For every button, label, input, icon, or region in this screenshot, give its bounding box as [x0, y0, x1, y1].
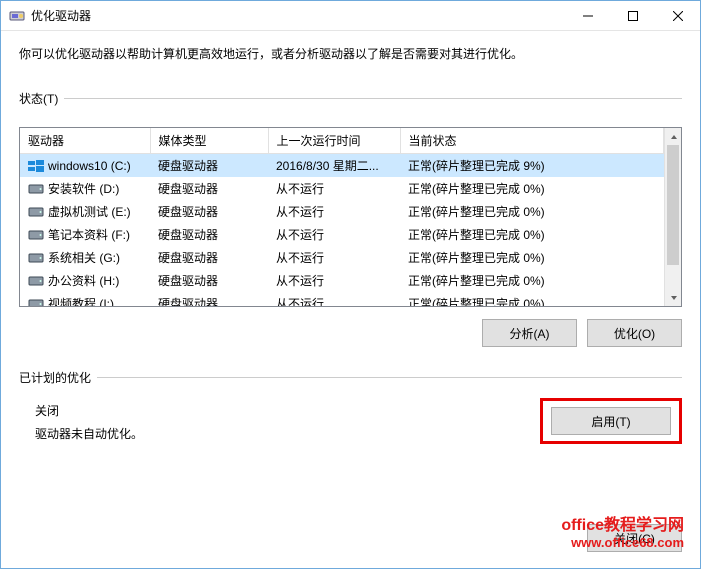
col-media[interactable]: 媒体类型 [150, 128, 268, 154]
drive-icon [28, 275, 44, 287]
drive-lastrun: 从不运行 [268, 246, 400, 269]
drive-icon [28, 183, 44, 195]
analyze-button[interactable]: 分析(A) [482, 319, 577, 347]
app-icon [9, 8, 25, 24]
drive-name: windows10 (C:) [48, 159, 131, 173]
drive-media: 硬盘驱动器 [150, 223, 268, 246]
col-current[interactable]: 当前状态 [400, 128, 664, 154]
drive-media: 硬盘驱动器 [150, 269, 268, 292]
section-divider [64, 98, 682, 99]
drive-status: 正常(碎片整理已完成 9%) [400, 154, 664, 178]
drive-lastrun: 从不运行 [268, 269, 400, 292]
scheduled-message: 驱动器未自动优化。 [35, 425, 143, 442]
drive-name: 系统相关 (G:) [48, 249, 120, 266]
drive-icon [28, 229, 44, 241]
drive-media: 硬盘驱动器 [150, 200, 268, 223]
table-row[interactable]: 系统相关 (G:) 硬盘驱动器从不运行正常(碎片整理已完成 0%) [20, 246, 664, 269]
drive-lastrun: 从不运行 [268, 223, 400, 246]
status-label: 状态(T) [19, 90, 58, 107]
drive-lastrun: 从不运行 [268, 292, 400, 306]
drives-table: 驱动器 媒体类型 上一次运行时间 当前状态 windows10 (C:) 硬盘驱动… [19, 127, 682, 307]
drive-icon [28, 298, 44, 307]
drive-status: 正常(碎片整理已完成 0%) [400, 292, 664, 306]
scroll-thumb[interactable] [667, 145, 679, 265]
optimize-button[interactable]: 优化(O) [587, 319, 682, 347]
titlebar: 优化驱动器 [1, 1, 700, 31]
table-header-row: 驱动器 媒体类型 上一次运行时间 当前状态 [20, 128, 664, 154]
drive-status: 正常(碎片整理已完成 0%) [400, 223, 664, 246]
table-row[interactable]: 办公资料 (H:) 硬盘驱动器从不运行正常(碎片整理已完成 0%) [20, 269, 664, 292]
drive-media: 硬盘驱动器 [150, 177, 268, 200]
scroll-down-button[interactable] [665, 289, 682, 306]
scroll-up-button[interactable] [665, 128, 682, 145]
drive-status: 正常(碎片整理已完成 0%) [400, 246, 664, 269]
drive-lastrun: 从不运行 [268, 200, 400, 223]
scheduled-status: 关闭 [35, 402, 143, 419]
table-row[interactable]: 视频教程 (I:) 硬盘驱动器从不运行正常(碎片整理已完成 0%) [20, 292, 664, 306]
close-button[interactable] [655, 1, 700, 30]
drive-icon [28, 160, 44, 172]
table-row[interactable]: 安装软件 (D:) 硬盘驱动器从不运行正常(碎片整理已完成 0%) [20, 177, 664, 200]
table-row[interactable]: 虚拟机测试 (E:) 硬盘驱动器从不运行正常(碎片整理已完成 0%) [20, 200, 664, 223]
section-divider [97, 377, 682, 378]
drive-name: 视频教程 (I:) [48, 295, 114, 306]
drive-media: 硬盘驱动器 [150, 292, 268, 306]
table-row[interactable]: 笔记本资料 (F:) 硬盘驱动器从不运行正常(碎片整理已完成 0%) [20, 223, 664, 246]
col-lastrun[interactable]: 上一次运行时间 [268, 128, 400, 154]
minimize-button[interactable] [565, 1, 610, 30]
highlight-box: 启用(T) [540, 398, 682, 444]
description-text: 你可以优化驱动器以帮助计算机更高效地运行，或者分析驱动器以了解是否需要对其进行优… [19, 45, 682, 62]
drive-lastrun: 从不运行 [268, 177, 400, 200]
maximize-button[interactable] [610, 1, 655, 30]
drive-status: 正常(碎片整理已完成 0%) [400, 177, 664, 200]
drive-media: 硬盘驱动器 [150, 154, 268, 178]
drive-name: 办公资料 (H:) [48, 272, 119, 289]
drive-name: 笔记本资料 (F:) [48, 226, 130, 243]
drive-name: 安装软件 (D:) [48, 180, 119, 197]
scheduled-label: 已计划的优化 [19, 369, 91, 386]
drive-status: 正常(碎片整理已完成 0%) [400, 200, 664, 223]
drive-status: 正常(碎片整理已完成 0%) [400, 269, 664, 292]
close-window-button[interactable]: 关闭(C) [587, 524, 682, 552]
enable-button[interactable]: 启用(T) [551, 407, 671, 435]
window-title: 优化驱动器 [31, 7, 565, 24]
optimize-drives-window: 优化驱动器 你可以优化驱动器以帮助计算机更高效地运行，或者分析驱动器以了解是否需… [0, 0, 701, 569]
drive-media: 硬盘驱动器 [150, 246, 268, 269]
drive-name: 虚拟机测试 (E:) [48, 203, 131, 220]
drive-icon [28, 206, 44, 218]
drive-lastrun: 2016/8/30 星期二... [268, 154, 400, 178]
drive-icon [28, 252, 44, 264]
col-drive[interactable]: 驱动器 [20, 128, 150, 154]
scroll-track[interactable] [665, 145, 681, 289]
scrollbar[interactable] [664, 128, 681, 306]
table-row[interactable]: windows10 (C:) 硬盘驱动器2016/8/30 星期二...正常(碎片… [20, 154, 664, 178]
